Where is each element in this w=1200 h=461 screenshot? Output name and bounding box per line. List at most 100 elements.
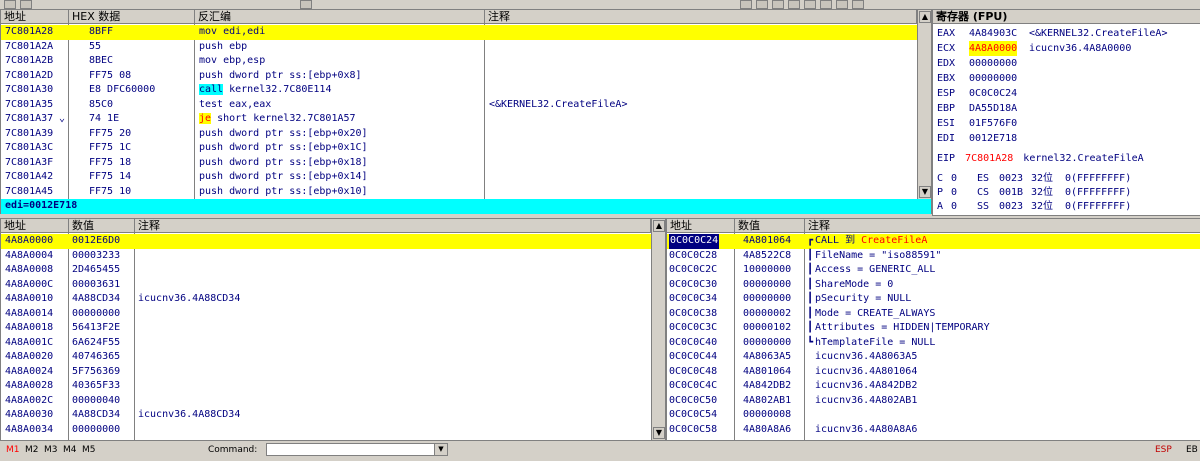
register-value[interactable]: 0012E718 [969, 131, 1017, 146]
dump-row[interactable]: 4A8A0034 00000000 [1, 423, 651, 438]
dump-row[interactable]: 4A8A0014 00000000 [1, 307, 651, 322]
register-row[interactable]: ECX 4A8A0000 icucnv36.4A8A0000 [937, 41, 1200, 56]
col-header-address[interactable]: 地址 [1, 10, 69, 24]
col-header-comment[interactable]: 注释 [485, 10, 917, 24]
toolbar-button[interactable] [4, 0, 16, 9]
stack-pane[interactable]: 地址 数值 注释 0C0C0C24 4A801064 ┏ CALL 到 CreateF… [666, 218, 1200, 442]
toolbar-button[interactable] [836, 0, 848, 9]
dump-row[interactable]: 4A8A0020 40746365 [1, 350, 651, 365]
col-header-address[interactable]: 地址 [1, 219, 69, 233]
register-row[interactable]: EBP DA55D18A [937, 101, 1200, 116]
memory-tab-m1[interactable]: M1 [6, 445, 20, 455]
dump-row[interactable]: 4A8A0000 0012E6D0 [1, 234, 651, 249]
stack-row[interactable]: 0C0C0C34 00000000 ┃ pSecurity = NULL [667, 292, 1200, 307]
stack-row[interactable]: 0C0C0C4C 4A842DB2 icucnv36.4A842DB2 [667, 379, 1200, 394]
toolbar-button[interactable] [804, 0, 816, 9]
toolbar-button[interactable] [20, 0, 32, 9]
stack-row[interactable]: 0C0C0C28 4A8522C8 ┃ FileName = "iso88591" [667, 249, 1200, 264]
disassembly-pane[interactable]: 地址 HEX 数据 反汇编 注释 7C801A28 8BFF mov edi,edi… [0, 9, 932, 201]
disasm-row[interactable]: 7C801A2D FF75 08 push dword ptr ss:[ebp+0x… [1, 69, 917, 84]
stack-row[interactable]: 0C0C0C58 4A80A8A6 icucnv36.4A80A8A6 [667, 423, 1200, 438]
dump-row[interactable]: 4A8A002C 00000040 [1, 394, 651, 409]
stack-row[interactable]: 0C0C0C3C 00000102 ┃ Attributes = HIDDEN|TEM… [667, 321, 1200, 336]
register-row[interactable]: EBX 00000000 [937, 71, 1200, 86]
register-value[interactable]: 01F576F0 [969, 116, 1017, 131]
dump-row[interactable]: 4A8A0008 2D465455 [1, 263, 651, 278]
dump-row[interactable]: 4A8A0028 40365F33 [1, 379, 651, 394]
disasm-row[interactable]: 7C801A3F FF75 18 push dword ptr ss:[ebp+0x… [1, 156, 917, 171]
dump-row[interactable]: 4A8A0010 4A88CD34 icucnv36.4A88CD34 [1, 292, 651, 307]
register-row[interactable]: ESI 01F576F0 [937, 116, 1200, 131]
disasm-row[interactable]: 7C801A35 85C0 test eax,eax <&KERNEL32.Creat… [1, 98, 917, 113]
disasm-row[interactable]: 7C801A45 FF75 10 push dword ptr ss:[ebp+0x… [1, 185, 917, 200]
scroll-up-icon[interactable]: ▲ [653, 220, 665, 232]
scroll-down-icon[interactable]: ▼ [919, 186, 931, 198]
stack-row[interactable]: 0C0C0C2C 10000000 ┃ Access = GENERIC_ALL [667, 263, 1200, 278]
col-header-comment[interactable]: 注释 [135, 219, 651, 233]
flag-row[interactable]: P 0 CS 001B 32位 0(FFFFFFFF) [937, 186, 1200, 201]
col-header-hex[interactable]: HEX 数据 [69, 10, 195, 24]
dump-row[interactable]: 4A8A001C 6A624F55 [1, 336, 651, 351]
dump-row[interactable]: 4A8A0018 56413F2E [1, 321, 651, 336]
registers-pane[interactable]: 寄存器 (FPU) EAX 4A84903C <&KERNEL32.CreateFi… [932, 9, 1200, 216]
register-row[interactable]: ESP 0C0C0C24 [937, 86, 1200, 101]
register-value[interactable]: 0C0C0C24 [969, 86, 1017, 101]
disasm-row[interactable]: 7C801A3C FF75 1C push dword ptr ss:[ebp+0x… [1, 141, 917, 156]
scroll-down-icon[interactable]: ▼ [653, 427, 665, 439]
stack-row[interactable]: 0C0C0C54 00000008 [667, 408, 1200, 423]
dump-row[interactable]: 4A8A0004 00003233 [1, 249, 651, 264]
toolbar-button[interactable] [740, 0, 752, 9]
toolbar-button[interactable] [300, 0, 312, 9]
register-row[interactable]: EDX 00000000 [937, 56, 1200, 71]
disasm-row[interactable]: 7C801A28 8BFF mov edi,edi [1, 25, 917, 40]
registers-title[interactable]: 寄存器 (FPU) [933, 10, 1200, 24]
stack-row[interactable]: 0C0C0C44 4A8063A5 icucnv36.4A8063A5 [667, 350, 1200, 365]
flag-row[interactable]: C 0 ES 0023 32位 0(FFFFFFFF) [937, 172, 1200, 187]
register-value[interactable]: 00000000 [969, 71, 1017, 86]
disassembly-rows[interactable]: 7C801A28 8BFF mov edi,edi 7C801A2A 55 push eb… [1, 25, 917, 200]
register-row[interactable]: EDI 0012E718 [937, 131, 1200, 146]
disasm-row[interactable]: 7C801A2A 55 push ebp [1, 40, 917, 55]
disasm-scrollbar[interactable]: ▲ ▼ [917, 10, 931, 200]
stack-row[interactable]: 0C0C0C50 4A802AB1 icucnv36.4A802AB1 [667, 394, 1200, 409]
disasm-row[interactable]: 7C801A2B 8BEC mov ebp,esp [1, 54, 917, 69]
stack-rows[interactable]: 0C0C0C24 4A801064 ┏ CALL 到 CreateFileA 0C0C0… [667, 234, 1200, 441]
col-header-value[interactable]: 数值 [735, 219, 805, 233]
disasm-row[interactable]: 7C801A37 ⌄ 74 1E je short kernel32.7C801A57 [1, 112, 917, 127]
col-header-comment[interactable]: 注释 [805, 219, 1200, 233]
register-eip[interactable]: EIP 7C801A28 kernel32.CreateFileA [937, 151, 1200, 166]
stack-row[interactable]: 0C0C0C24 4A801064 ┏ CALL 到 CreateFileA [667, 234, 1200, 249]
dump-rows[interactable]: 4A8A0000 0012E6D0 4A8A0004 00003233 4A8A0008… [1, 234, 651, 441]
dump-row[interactable]: 4A8A0024 5F756369 [1, 365, 651, 380]
scroll-up-icon[interactable]: ▲ [919, 11, 931, 23]
col-header-address[interactable]: 地址 [667, 219, 735, 233]
col-header-disassembly[interactable]: 反汇编 [195, 10, 485, 24]
flag-bit[interactable]: 0 [951, 186, 957, 200]
dump-scrollbar[interactable]: ▲ ▼ [651, 219, 665, 441]
toolbar-button[interactable] [788, 0, 800, 9]
toolbar-button[interactable] [820, 0, 832, 9]
register-value[interactable]: 7C801A28 [965, 153, 1013, 164]
dump-row[interactable]: 4A8A000C 00003631 [1, 278, 651, 293]
memory-tab-m5[interactable]: M5 [82, 445, 96, 455]
flag-bit[interactable]: 0 [951, 172, 957, 186]
stack-row[interactable]: 0C0C0C38 00000002 ┃ Mode = CREATE_ALWAYS [667, 307, 1200, 322]
command-input[interactable]: ▼ [266, 443, 448, 456]
memory-dump-pane[interactable]: 地址 数值 注释 4A8A0000 0012E6D0 4A8A0004 0000323… [0, 218, 666, 442]
register-value[interactable]: DA55D18A [969, 101, 1017, 116]
register-row[interactable]: EAX 4A84903C <&KERNEL32.CreateFileA> [937, 26, 1200, 41]
chevron-down-icon[interactable]: ▼ [434, 444, 447, 455]
memory-tab-m4[interactable]: M4 [63, 445, 77, 455]
memory-tab-m3[interactable]: M3 [44, 445, 58, 455]
stack-row[interactable]: 0C0C0C48 4A801064 icucnv36.4A801064 [667, 365, 1200, 380]
register-value[interactable]: 4A8A0000 [969, 41, 1018, 56]
flag-bit[interactable]: 0 [951, 200, 957, 214]
toolbar-button[interactable] [772, 0, 784, 9]
stack-row[interactable]: 0C0C0C40 00000000 ┗ hTemplateFile = NULL [667, 336, 1200, 351]
disasm-row[interactable]: 7C801A39 FF75 20 push dword ptr ss:[ebp+0x… [1, 127, 917, 142]
col-header-value[interactable]: 数值 [69, 219, 135, 233]
disasm-row[interactable]: 7C801A42 FF75 14 push dword ptr ss:[ebp+0x… [1, 170, 917, 185]
disasm-row[interactable]: 7C801A30 E8 DFC60000 call kernel32.7C80E11… [1, 83, 917, 98]
register-value[interactable]: 4A84903C [969, 26, 1017, 41]
toolbar-button[interactable] [852, 0, 864, 9]
